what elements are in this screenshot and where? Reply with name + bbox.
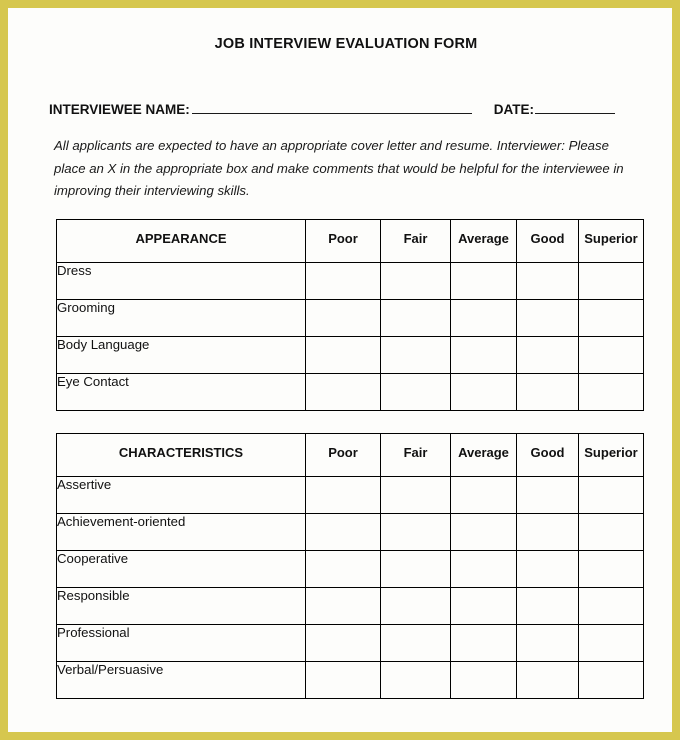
rating-cell-superior[interactable] (578, 262, 644, 301)
rating-cell-good[interactable] (516, 262, 579, 301)
column-header-fair: Fair (380, 433, 451, 478)
rating-cell-average[interactable] (450, 550, 517, 589)
rating-cell-poor[interactable] (305, 262, 381, 301)
table-row: Body Language (56, 336, 644, 375)
table-header-row: CHARACTERISTICS Poor Fair Average Good S… (56, 433, 644, 478)
table-header-row: APPEARANCE Poor Fair Average Good Superi… (56, 219, 644, 264)
table-row: Dress (56, 262, 644, 301)
rating-cell-average[interactable] (450, 624, 517, 663)
rating-cell-average[interactable] (450, 661, 517, 700)
interviewee-name-label: INTERVIEWEE NAME: (49, 102, 190, 117)
rating-cell-fair[interactable] (380, 336, 451, 375)
row-label: Cooperative (56, 550, 306, 589)
rating-cell-poor[interactable] (305, 476, 381, 515)
rating-cell-poor[interactable] (305, 299, 381, 338)
instructions-paragraph: All applicants are expected to have an a… (8, 117, 672, 203)
rating-cell-fair[interactable] (380, 587, 451, 626)
rating-cell-fair[interactable] (380, 373, 451, 412)
rating-cell-poor[interactable] (305, 550, 381, 589)
row-label: Verbal/Persuasive (56, 661, 306, 700)
appearance-table: APPEARANCE Poor Fair Average Good Superi… (56, 219, 644, 412)
column-header-poor: Poor (305, 433, 381, 478)
page-title: JOB INTERVIEW EVALUATION FORM (214, 36, 478, 52)
rating-cell-superior[interactable] (578, 513, 644, 552)
rating-cell-average[interactable] (450, 336, 517, 375)
row-label: Dress (56, 262, 306, 301)
rating-cell-good[interactable] (516, 587, 579, 626)
table-row: Responsible (56, 587, 644, 626)
rating-cell-average[interactable] (450, 513, 517, 552)
rating-cell-good[interactable] (516, 299, 579, 338)
table-row: Achievement-oriented (56, 513, 644, 552)
rating-cell-poor[interactable] (305, 624, 381, 663)
rating-cell-average[interactable] (450, 373, 517, 412)
column-header-superior: Superior (578, 219, 644, 264)
table-row: Eye Contact (56, 373, 644, 412)
column-header-average: Average (450, 433, 517, 478)
document-page: JOB INTERVIEW EVALUATION FORM INTERVIEWE… (0, 0, 680, 740)
rating-cell-superior[interactable] (578, 476, 644, 515)
row-label: Eye Contact (56, 373, 306, 412)
row-label: Professional (56, 624, 306, 663)
table-row: Verbal/Persuasive (56, 661, 644, 700)
table-row: Grooming (56, 299, 644, 338)
row-label: Body Language (56, 336, 306, 375)
column-header-average: Average (450, 219, 517, 264)
rating-cell-poor[interactable] (305, 661, 381, 700)
rating-cell-good[interactable] (516, 661, 579, 700)
rating-cell-good[interactable] (516, 336, 579, 375)
rating-cell-average[interactable] (450, 299, 517, 338)
rating-cell-good[interactable] (516, 476, 579, 515)
column-header-fair: Fair (380, 219, 451, 264)
rating-cell-fair[interactable] (380, 262, 451, 301)
rating-cell-poor[interactable] (305, 373, 381, 412)
column-header-section: APPEARANCE (56, 219, 306, 264)
rating-cell-average[interactable] (450, 587, 517, 626)
characteristics-table: CHARACTERISTICS Poor Fair Average Good S… (56, 433, 644, 700)
column-header-poor: Poor (305, 219, 381, 264)
rating-cell-fair[interactable] (380, 661, 451, 700)
rating-cell-average[interactable] (450, 476, 517, 515)
rating-cell-superior[interactable] (578, 299, 644, 338)
rating-cell-fair[interactable] (380, 476, 451, 515)
rating-cell-poor[interactable] (305, 513, 381, 552)
table-row: Assertive (56, 476, 644, 515)
rating-cell-average[interactable] (450, 262, 517, 301)
rating-cell-superior[interactable] (578, 587, 644, 626)
rating-cell-fair[interactable] (380, 299, 451, 338)
column-header-superior: Superior (578, 433, 644, 478)
page-content: JOB INTERVIEW EVALUATION FORM INTERVIEWE… (8, 8, 672, 732)
column-header-good: Good (516, 219, 579, 264)
row-label: Achievement-oriented (56, 513, 306, 552)
rating-cell-superior[interactable] (578, 550, 644, 589)
table-row: Cooperative (56, 550, 644, 589)
rating-cell-superior[interactable] (578, 661, 644, 700)
rating-cell-poor[interactable] (305, 336, 381, 375)
rating-cell-good[interactable] (516, 513, 579, 552)
rating-cell-good[interactable] (516, 550, 579, 589)
rating-cell-good[interactable] (516, 624, 579, 663)
date-field[interactable] (535, 100, 616, 114)
table-row: Professional (56, 624, 644, 663)
rating-cell-superior[interactable] (578, 336, 644, 375)
instructions-line-1: All applicants are expected to have an a… (54, 138, 565, 153)
rating-cell-poor[interactable] (305, 587, 381, 626)
row-label: Assertive (56, 476, 306, 515)
row-label: Grooming (56, 299, 306, 338)
row-label: Responsible (56, 587, 306, 626)
column-header-good: Good (516, 433, 579, 478)
column-header-section: CHARACTERISTICS (56, 433, 306, 478)
interviewee-name-field[interactable] (191, 100, 472, 114)
rating-cell-fair[interactable] (380, 513, 451, 552)
identity-row: INTERVIEWEE NAME: DATE: (8, 52, 672, 117)
rating-cell-fair[interactable] (380, 550, 451, 589)
rating-cell-good[interactable] (516, 373, 579, 412)
rating-cell-superior[interactable] (578, 624, 644, 663)
rating-cell-superior[interactable] (578, 373, 644, 412)
date-label: DATE: (493, 102, 535, 117)
rating-cell-fair[interactable] (380, 624, 451, 663)
